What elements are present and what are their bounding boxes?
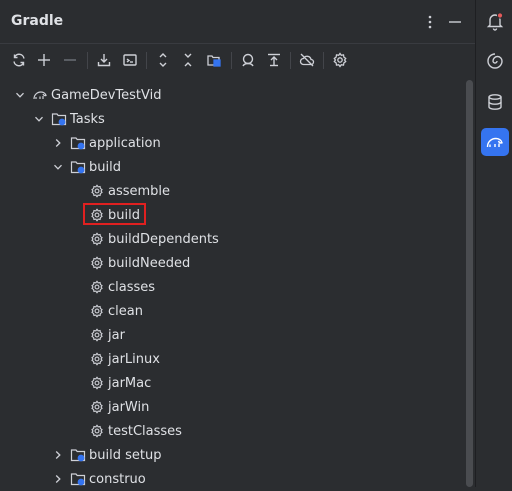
database-icon[interactable]: [481, 88, 509, 116]
tree-row-group[interactable]: construo: [0, 467, 512, 491]
task-label: testClasses: [108, 423, 182, 439]
chevron-right-icon[interactable]: [52, 449, 64, 461]
tree-row-group[interactable]: build: [0, 155, 512, 179]
panel-title: Gradle: [11, 13, 64, 29]
link-project-icon[interactable]: [203, 49, 225, 71]
tree-row-task[interactable]: buildDependents: [0, 227, 512, 251]
task-label: buildDependents: [108, 231, 219, 247]
more-vertical-icon[interactable]: [420, 12, 440, 32]
tree-row-project[interactable]: GameDevTestVid: [0, 83, 474, 107]
gradle-tool-window: Gradle GameDevTestVid Tasks application …: [0, 0, 475, 487]
task-folder-icon: [70, 471, 86, 487]
gear-icon: [89, 351, 105, 367]
gear-icon: [89, 255, 105, 271]
group-label: construo: [89, 471, 146, 487]
task-folder-icon: [70, 447, 86, 463]
add-icon[interactable]: [33, 49, 55, 71]
gear-icon: [89, 279, 105, 295]
ai-assistant-icon[interactable]: [481, 47, 509, 75]
execute-task-icon[interactable]: [119, 49, 141, 71]
task-label: jar: [108, 327, 125, 343]
gear-icon: [89, 327, 105, 343]
project-label: GameDevTestVid: [51, 87, 162, 103]
tree-row-group[interactable]: application: [0, 131, 512, 155]
expand-all-icon[interactable]: [152, 49, 174, 71]
tree-row-tasks[interactable]: Tasks: [0, 107, 493, 131]
gear-icon: [89, 231, 105, 247]
task-label: jarWin: [108, 399, 150, 415]
notifications-icon[interactable]: [481, 7, 509, 35]
toggle-offline-icon-top[interactable]: [263, 49, 285, 71]
download-sources-icon[interactable]: [93, 49, 115, 71]
toolbar-separator: [87, 52, 88, 69]
reload-icon[interactable]: [8, 49, 30, 71]
minimize-icon[interactable]: [445, 12, 465, 32]
gear-icon: [89, 303, 105, 319]
group-label: build setup: [89, 447, 162, 463]
chevron-right-icon[interactable]: [52, 137, 64, 149]
tree-row-task[interactable]: jarWin: [0, 395, 512, 419]
toolbar-separator: [290, 52, 291, 69]
gear-icon: [89, 375, 105, 391]
tasks-label: Tasks: [70, 111, 105, 127]
tree-row-task[interactable]: jarMac: [0, 371, 512, 395]
tree-row-task[interactable]: classes: [0, 275, 512, 299]
task-label: buildNeeded: [108, 255, 191, 271]
tree-row-task[interactable]: jarLinux: [0, 347, 512, 371]
task-label: jarMac: [108, 375, 152, 391]
toolbar-separator: [146, 52, 147, 69]
chevron-right-icon[interactable]: [52, 473, 64, 485]
chevron-down-icon[interactable]: [14, 89, 26, 101]
task-folder-icon: [51, 111, 67, 127]
gear-icon: [89, 183, 105, 199]
remove-icon[interactable]: [59, 49, 81, 71]
task-folder-icon: [70, 135, 86, 151]
gradle-elephant-icon: [32, 87, 48, 103]
panel-header: Gradle: [0, 0, 475, 44]
tree-row-task[interactable]: clean: [0, 299, 512, 323]
task-folder-icon: [70, 159, 86, 175]
chevron-down-icon[interactable]: [52, 161, 64, 173]
offline-mode-icon[interactable]: [296, 49, 318, 71]
tree-row-task[interactable]: buildNeeded: [0, 251, 512, 275]
tree-row-group[interactable]: build setup: [0, 443, 512, 467]
task-label: jarLinux: [108, 351, 160, 367]
gradle-toolbar: [0, 44, 475, 77]
toolbar-separator: [231, 52, 232, 69]
gradle-icon[interactable]: [481, 128, 509, 156]
group-label: application: [89, 135, 161, 151]
right-tool-strip: [475, 0, 512, 487]
tree-row-task[interactable]: assemble: [0, 179, 512, 203]
gear-icon: [89, 399, 105, 415]
chevron-down-icon[interactable]: [33, 113, 45, 125]
task-label: classes: [108, 279, 156, 295]
selected-task-highlight: [83, 203, 146, 225]
tree-row-task[interactable]: testClasses: [0, 419, 512, 443]
collapse-all-icon[interactable]: [177, 49, 199, 71]
tree-row-task[interactable]: jar: [0, 323, 512, 347]
tree-row-task[interactable]: build: [0, 203, 512, 227]
group-label: build: [89, 159, 121, 175]
vertical-scrollbar[interactable]: [466, 80, 473, 487]
settings-icon[interactable]: [329, 49, 351, 71]
analyze-dependencies-icon[interactable]: [237, 49, 259, 71]
toolbar-separator: [323, 52, 324, 69]
task-label: clean: [108, 303, 143, 319]
gear-icon: [89, 423, 105, 439]
task-label: assemble: [108, 183, 171, 199]
